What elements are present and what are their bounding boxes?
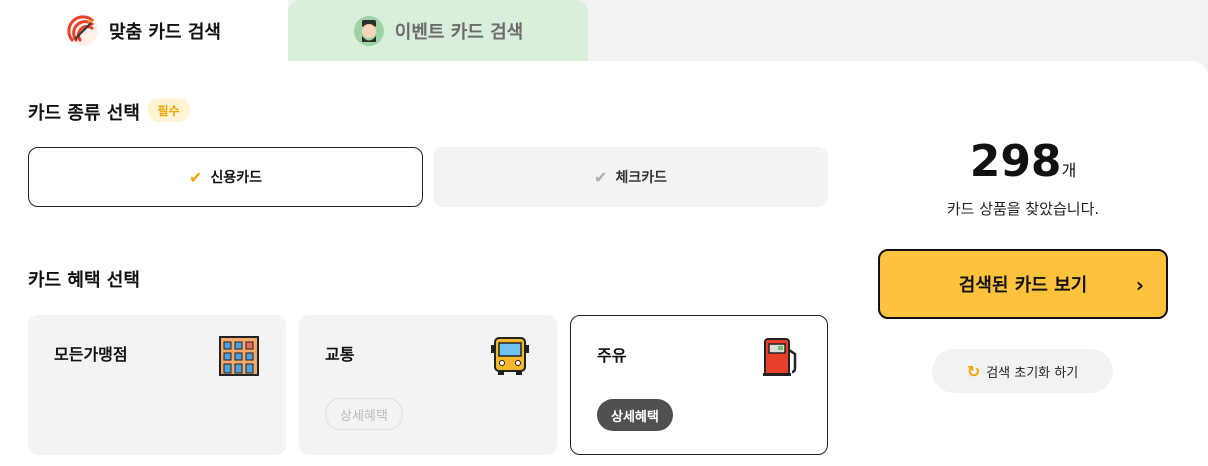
result-count-unit: 개 xyxy=(1061,161,1077,180)
building-icon xyxy=(219,336,259,376)
result-subtitle: 카드 상품을 찾았습니다. xyxy=(946,200,1100,218)
card-search-screen: 맞춤 카드 검색 이벤트 카드 검색 카드 종류 선택 필수 ✔ 신용카드 ✔ … xyxy=(0,0,1208,466)
target-arrow-icon xyxy=(67,15,99,46)
result-count: 298개 xyxy=(878,136,1168,187)
benefit-label: 주유 xyxy=(597,346,627,365)
benefit-transport[interactable]: 교통 상세혜택 xyxy=(299,315,557,455)
tab-match-card-search[interactable]: 맞춤 카드 검색 xyxy=(0,0,288,62)
check-card-label: 체크카드 xyxy=(615,170,667,186)
credit-card-label: 신용카드 xyxy=(210,170,262,186)
result-count-number: 298 xyxy=(969,136,1062,187)
view-results-label: 검색된 카드 보기 xyxy=(958,275,1088,296)
benefit-section-title: 카드 혜택 선택 xyxy=(28,270,140,291)
card-type-section-title: 카드 종류 선택 xyxy=(28,103,140,124)
credit-card-option[interactable]: ✔ 신용카드 xyxy=(28,147,423,207)
required-badge: 필수 xyxy=(147,98,190,122)
fuel-pump-icon xyxy=(763,338,797,376)
reset-search-label: 검색 초기화 하기 xyxy=(986,365,1079,381)
benefit-label: 교통 xyxy=(325,345,355,364)
detail-benefit-button[interactable]: 상세혜택 xyxy=(325,398,403,430)
chevron-right-icon: › xyxy=(1135,273,1144,297)
detail-benefit-button[interactable]: 상세혜택 xyxy=(597,399,673,431)
tab-event-label: 이벤트 카드 검색 xyxy=(394,22,524,43)
benefit-label: 모든가맹점 xyxy=(54,345,128,364)
benefit-fuel[interactable]: 주유 상세혜택 xyxy=(570,315,828,455)
check-icon: ✔ xyxy=(594,167,608,187)
reset-search-button[interactable]: ↻ 검색 초기화 하기 xyxy=(932,349,1113,393)
refresh-icon: ↻ xyxy=(966,361,981,381)
tab-match-label: 맞춤 카드 검색 xyxy=(109,22,221,43)
king-avatar-icon xyxy=(353,16,384,46)
tab-event-card-search[interactable]: 이벤트 카드 검색 xyxy=(288,0,588,62)
view-results-button[interactable]: 검색된 카드 보기 › xyxy=(878,249,1168,319)
search-panel: 카드 종류 선택 필수 ✔ 신용카드 ✔ 체크카드 카드 혜택 선택 모든가맹점 xyxy=(0,61,1208,466)
benefit-all-merchants[interactable]: 모든가맹점 xyxy=(28,315,286,455)
check-icon: ✔ xyxy=(189,167,203,187)
bus-icon xyxy=(491,337,529,375)
check-card-option[interactable]: ✔ 체크카드 xyxy=(433,147,828,207)
